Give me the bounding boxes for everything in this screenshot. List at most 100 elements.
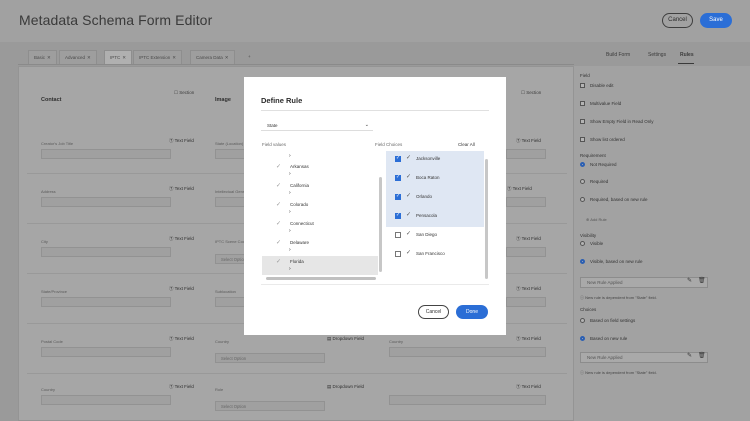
tab-advanced[interactable]: Advanced ✕ [59,50,97,64]
list-item[interactable]: ✓ Delaware › [262,237,378,256]
text-field[interactable] [506,247,546,257]
checkbox-icon[interactable] [580,101,585,107]
list-item[interactable]: ✓ California › [262,180,378,199]
checkbox-icon[interactable] [580,137,585,143]
chevron-right-icon[interactable]: › [289,266,291,272]
checkbox-icon[interactable] [395,232,401,238]
dialog-done-button[interactable]: Done [456,305,488,319]
section-checkbox[interactable]: ☐ Section [174,90,194,96]
list-item[interactable]: ✓ Arkansas › [262,161,378,180]
add-tab-button[interactable]: + [243,50,256,64]
text-field[interactable] [41,197,171,207]
text-field[interactable] [506,197,546,207]
field-type: Ⓣ Text Field [516,336,541,341]
choice-item[interactable]: ✓ Jacksonville [386,151,484,170]
text-field[interactable] [215,197,245,207]
tab-label: IPTC [110,55,121,60]
close-icon[interactable]: ✕ [122,55,126,60]
checkbox-checked-icon[interactable] [395,193,401,200]
text-field[interactable] [506,297,546,307]
chevron-right-icon[interactable]: › [289,209,291,215]
edit-icon[interactable]: ✎ [687,277,692,284]
choice-item[interactable]: ✓ Orlando [386,189,484,208]
edit-icon[interactable]: ✎ [687,352,692,359]
trash-icon[interactable]: 🗑 [698,352,706,359]
radio-icon[interactable] [580,318,585,324]
text-field[interactable] [389,395,546,405]
radio-selected-icon[interactable] [580,162,585,168]
text-field[interactable] [389,347,546,357]
radio-icon[interactable] [580,179,585,185]
close-icon[interactable]: ✕ [47,55,51,60]
tab-basic[interactable]: Basic ✕ [28,50,57,64]
radio-icon[interactable] [580,241,585,247]
radio-selected-icon[interactable] [580,259,585,265]
checkbox-label: Multivalue Field [590,101,622,106]
section-checkbox[interactable]: ☐ Section [521,90,541,96]
text-field[interactable] [41,247,171,257]
checkbox-icon[interactable] [395,251,401,257]
text-field[interactable] [506,149,546,159]
checkbox-icon[interactable] [580,119,585,125]
tab-build-form[interactable]: Build Form [606,52,630,58]
list-item-selected[interactable]: ✓ Florida › [262,256,378,275]
field-choices-list: ✓ Jacksonville ✓ Boca Raton ✓ Orlando ✓ … [386,151,484,277]
choice-item[interactable]: ✓ San Francisco [386,246,484,265]
checkbox-show-list-ordered[interactable]: Show list ordered [580,137,625,143]
choice-item[interactable]: ✓ Boca Raton [386,170,484,189]
chevron-right-icon[interactable]: › [289,228,291,234]
values-horizontal-scrollbar[interactable] [266,277,376,280]
radio-selected-icon[interactable] [580,336,585,342]
text-field[interactable] [41,395,171,405]
radio-choices-rule[interactable]: Based on new rule [580,336,627,342]
tab-iptc[interactable]: IPTC ✕ [104,50,133,64]
chevron-right-icon[interactable]: › [289,171,291,177]
radio-icon[interactable] [580,197,585,203]
radio-label: Required, based on new rule [590,197,648,202]
clear-all-link[interactable]: Clear All [458,142,475,147]
radio-not-required[interactable]: Not Required [580,162,617,168]
close-icon[interactable]: ✕ [225,55,229,60]
chevron-right-icon[interactable]: › [289,247,291,253]
add-rule-button[interactable]: ⊕ Add Rule [586,217,607,222]
checkbox-checked-icon[interactable] [395,155,401,162]
tab-rules[interactable]: Rules [680,52,694,58]
trash-icon[interactable]: 🗑 [698,277,706,284]
checkbox-icon[interactable] [580,83,585,89]
radio-choices-field[interactable]: Based on field settings [580,318,635,324]
dialog-cancel-button[interactable]: Cancel [418,305,449,319]
check-icon: ✓ [406,231,412,237]
text-field[interactable] [41,347,171,357]
close-icon[interactable]: ✕ [87,55,91,60]
list-item[interactable]: ✓ Connecticut › [262,218,378,237]
tab-iptc-extension[interactable]: IPTC Extension ✕ [133,50,183,64]
close-icon[interactable]: ✕ [172,55,176,60]
chevron-right-icon[interactable]: › [289,153,291,159]
save-button[interactable]: Save [700,13,732,28]
choices-note: ⓘ New rule is dependent from "State" fie… [580,370,657,375]
radio-visible[interactable]: Visible [580,241,603,247]
tab-settings[interactable]: Settings [648,52,666,58]
text-field[interactable] [41,297,171,307]
text-field[interactable] [215,149,245,159]
radio-required-rule[interactable]: Required, based on new rule [580,197,648,203]
list-item[interactable]: ✓ Colorado › [262,199,378,218]
field-select[interactable]: State ⌄ [261,120,373,131]
checkbox-checked-icon[interactable] [395,174,401,181]
checkbox-multivalue[interactable]: Multivalue Field [580,101,622,107]
radio-required[interactable]: Required [580,179,608,185]
cancel-button[interactable]: Cancel [662,13,693,28]
checkbox-show-empty[interactable]: Show Empty Field in Read Only [580,119,654,125]
chevron-right-icon[interactable]: › [289,190,291,196]
choice-item[interactable]: ✓ San Diego [386,227,484,246]
choices-scrollbar[interactable] [485,159,488,279]
tab-camera-data[interactable]: Camera Data ✕ [190,50,235,64]
radio-visible-rule[interactable]: Visible, based on new rule [580,259,642,265]
text-field[interactable] [41,149,171,159]
values-scrollbar[interactable] [379,177,382,272]
text-field[interactable] [215,297,245,307]
checkbox-checked-icon[interactable] [395,212,401,219]
choice-item[interactable]: ✓ Pensacola [386,208,484,227]
choice-label: Pensacola [416,213,438,218]
checkbox-disable-edit[interactable]: Disable edit [580,83,614,89]
